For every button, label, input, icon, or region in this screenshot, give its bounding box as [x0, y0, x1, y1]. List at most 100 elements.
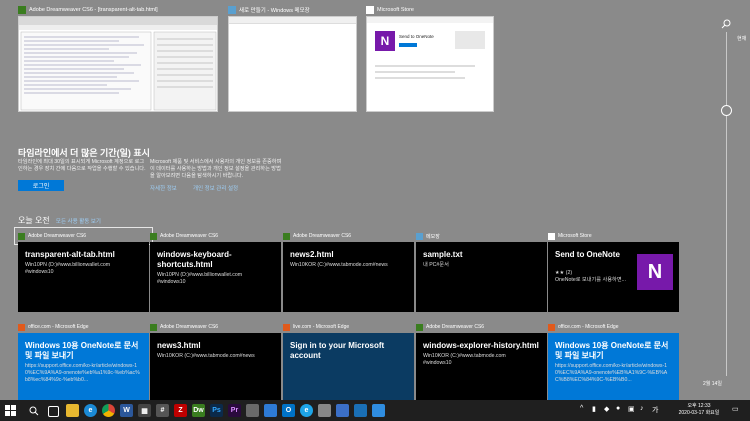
network-icon[interactable]: ▮ [592, 405, 596, 413]
file-explorer-icon[interactable] [66, 404, 79, 417]
ie-icon[interactable]: e [300, 404, 313, 417]
window-notepad[interactable]: 새로 만들기 - Windows 메모장 [228, 4, 357, 112]
section-title: 오늘 오전 모든 사용 활동 보기 [18, 215, 101, 226]
app-icon[interactable] [246, 404, 259, 417]
edge-icon [18, 323, 25, 331]
dreamweaver-icon [150, 232, 157, 240]
taskbar: e W ▦ # Z Dw Ps Pr O e ^ ▮ ◆ ● ▣ ♪ 가 오후 … [0, 400, 750, 421]
chrome-icon[interactable] [102, 404, 115, 417]
login-button[interactable]: 로그인 [18, 180, 64, 191]
card-source: Adobe Dreamweaver CS6 [426, 324, 485, 330]
window-title: Adobe Dreamweaver CS6 - [transparent-alt… [29, 6, 158, 13]
app-icon[interactable] [372, 404, 385, 417]
card-source: 메모장 [426, 233, 440, 240]
privacy-settings-link[interactable]: 개인 정보 관리 설정 [193, 184, 238, 192]
card-title: transparent-alt-tab.html [25, 250, 115, 259]
activity-card[interactable]: Adobe Dreamweaver CS6 news2.html Win10KOR… [283, 231, 414, 312]
card-subtitle: ★★ (2) OneNote로 보내기를 사용하면... [555, 270, 626, 283]
tray-app-icon[interactable]: ◆ [604, 405, 609, 413]
activity-card[interactable]: office.com - Microsoft Edge Windows 10용 … [18, 322, 149, 403]
photoshop-icon[interactable]: Ps [210, 404, 223, 417]
timeline-slider-thumb[interactable] [721, 105, 732, 116]
ime-icon[interactable]: 가 [652, 405, 658, 415]
dreamweaver-icon [150, 323, 157, 331]
clock-date: 2020-03-17 화요일 [678, 410, 720, 416]
activity-card[interactable]: Microsoft Store Send to OneNote ★★ (2) On… [548, 231, 679, 312]
task-view-icon[interactable] [48, 406, 59, 417]
card-source: live.com - Microsoft Edge [293, 324, 350, 330]
activity-card[interactable]: live.com - Microsoft Edge Sign in to you… [283, 322, 414, 403]
activity-card[interactable]: office.com - Microsoft Edge Windows 10용 … [548, 322, 679, 403]
outlook-icon[interactable]: O [282, 404, 295, 417]
edge-icon [548, 323, 555, 331]
card-subtitle: Win10KOR (C:)#www.tabmode.com #windows10 [423, 353, 506, 366]
word-icon[interactable]: W [120, 404, 133, 417]
card-source: office.com - Microsoft Edge [558, 324, 619, 330]
timeline-top-label: 현재 [737, 36, 747, 42]
activity-card[interactable]: Adobe Dreamweaver CS6 windows-explorer-h… [416, 322, 547, 403]
activity-card[interactable]: Adobe Dreamweaver CS6 news3.html Win10KOR… [150, 322, 281, 403]
card-subtitle: Win10PN (D:)#www.billionwallet.com #wind… [25, 262, 111, 275]
dreamweaver-icon [416, 323, 423, 331]
card-title: news3.html [157, 341, 201, 350]
notification-icon[interactable]: ▭ [732, 405, 739, 413]
start-button[interactable] [4, 404, 17, 417]
window-dreamweaver[interactable]: Adobe Dreamweaver CS6 - [transparent-alt… [18, 4, 218, 112]
card-title: windows-explorer-history.html [423, 341, 539, 350]
card-source: Microsoft Store [558, 233, 592, 239]
promo-title: 타임라인에서 더 많은 기간(일) 표시 [18, 148, 150, 158]
activity-card[interactable]: Adobe Dreamweaver CS6 transparent-alt-ta… [14, 227, 153, 312]
app-icon[interactable] [318, 404, 331, 417]
app-icon[interactable] [354, 404, 367, 417]
text-line [375, 71, 455, 73]
card-title: Windows 10용 OneNote로 문서 및 파일 보내기 [555, 341, 669, 360]
tray-chevron-icon[interactable]: ^ [580, 405, 583, 412]
search-icon[interactable] [27, 404, 40, 417]
clock[interactable]: 오후 12:33 2020-03-17 화요일 [672, 402, 726, 416]
app-icon[interactable] [264, 404, 277, 417]
card-title: windows-keyboard-shortcuts.html [157, 250, 232, 269]
card-subtitle: Win10KOR (C:)#www.tabmode.com#news [157, 353, 255, 359]
onenote-icon: N [637, 254, 673, 290]
tray-app-icon[interactable]: ● [616, 405, 620, 412]
volume-icon[interactable]: ♪ [640, 405, 644, 412]
card-source: Adobe Dreamweaver CS6 [160, 233, 219, 239]
store-icon [548, 232, 555, 240]
see-all-link[interactable]: 모든 사용 활동 보기 [56, 219, 101, 225]
activity-card[interactable]: 메모장 sample.txt 내 PC#문서 [416, 231, 547, 312]
card-subtitle: https://support.office.com/ko-kr/article… [25, 363, 140, 383]
card-title: Windows 10용 OneNote로 문서 및 파일 보내기 [25, 341, 139, 360]
premiere-icon[interactable]: Pr [228, 404, 241, 417]
edge-icon[interactable]: e [84, 404, 97, 417]
tray-app-icon[interactable]: ▣ [628, 405, 635, 413]
store-icon[interactable]: ▦ [138, 404, 151, 417]
learn-more-link[interactable]: 자세한 정보 [150, 184, 177, 192]
notepad-icon [228, 5, 236, 14]
store-get-button [399, 43, 417, 47]
activity-card[interactable]: Adobe Dreamweaver CS6 windows-keyboard-s… [150, 231, 281, 312]
window-title: 새로 만들기 - Windows 메모장 [239, 7, 310, 14]
text-line [375, 77, 465, 79]
text-line [375, 65, 475, 67]
card-source: Adobe Dreamweaver CS6 [160, 324, 219, 330]
app-icon[interactable] [336, 404, 349, 417]
window-thumbnail: N Send to OneNote [366, 16, 494, 112]
window-title: Microsoft Store [377, 6, 414, 13]
window-store[interactable]: Microsoft Store N Send to OneNote [366, 4, 494, 112]
dreamweaver-icon [18, 232, 25, 240]
calculator-icon[interactable]: # [156, 404, 169, 417]
card-source: Adobe Dreamweaver CS6 [293, 233, 352, 239]
timeline-track[interactable] [726, 32, 727, 376]
card-title: news2.html [290, 250, 334, 259]
notepad-icon [416, 232, 423, 240]
timeline-search-icon[interactable] [721, 16, 731, 29]
promo-text-left: 타임라인에 최대 30일의 표시되게 Microsoft 계정으로 로그인하는 … [18, 159, 146, 172]
section-title-text: 오늘 오전 [18, 216, 50, 225]
dreamweaver-taskbar-icon[interactable]: Dw [192, 404, 205, 417]
store-icon [366, 5, 374, 14]
card-subtitle: Win10KOR (C:)#www.tabmode.com#news [290, 262, 388, 268]
dreamweaver-icon [18, 5, 26, 14]
filezilla-icon[interactable]: Z [174, 404, 187, 417]
card-source: office.com - Microsoft Edge [28, 324, 89, 330]
window-thumbnail [228, 16, 357, 112]
